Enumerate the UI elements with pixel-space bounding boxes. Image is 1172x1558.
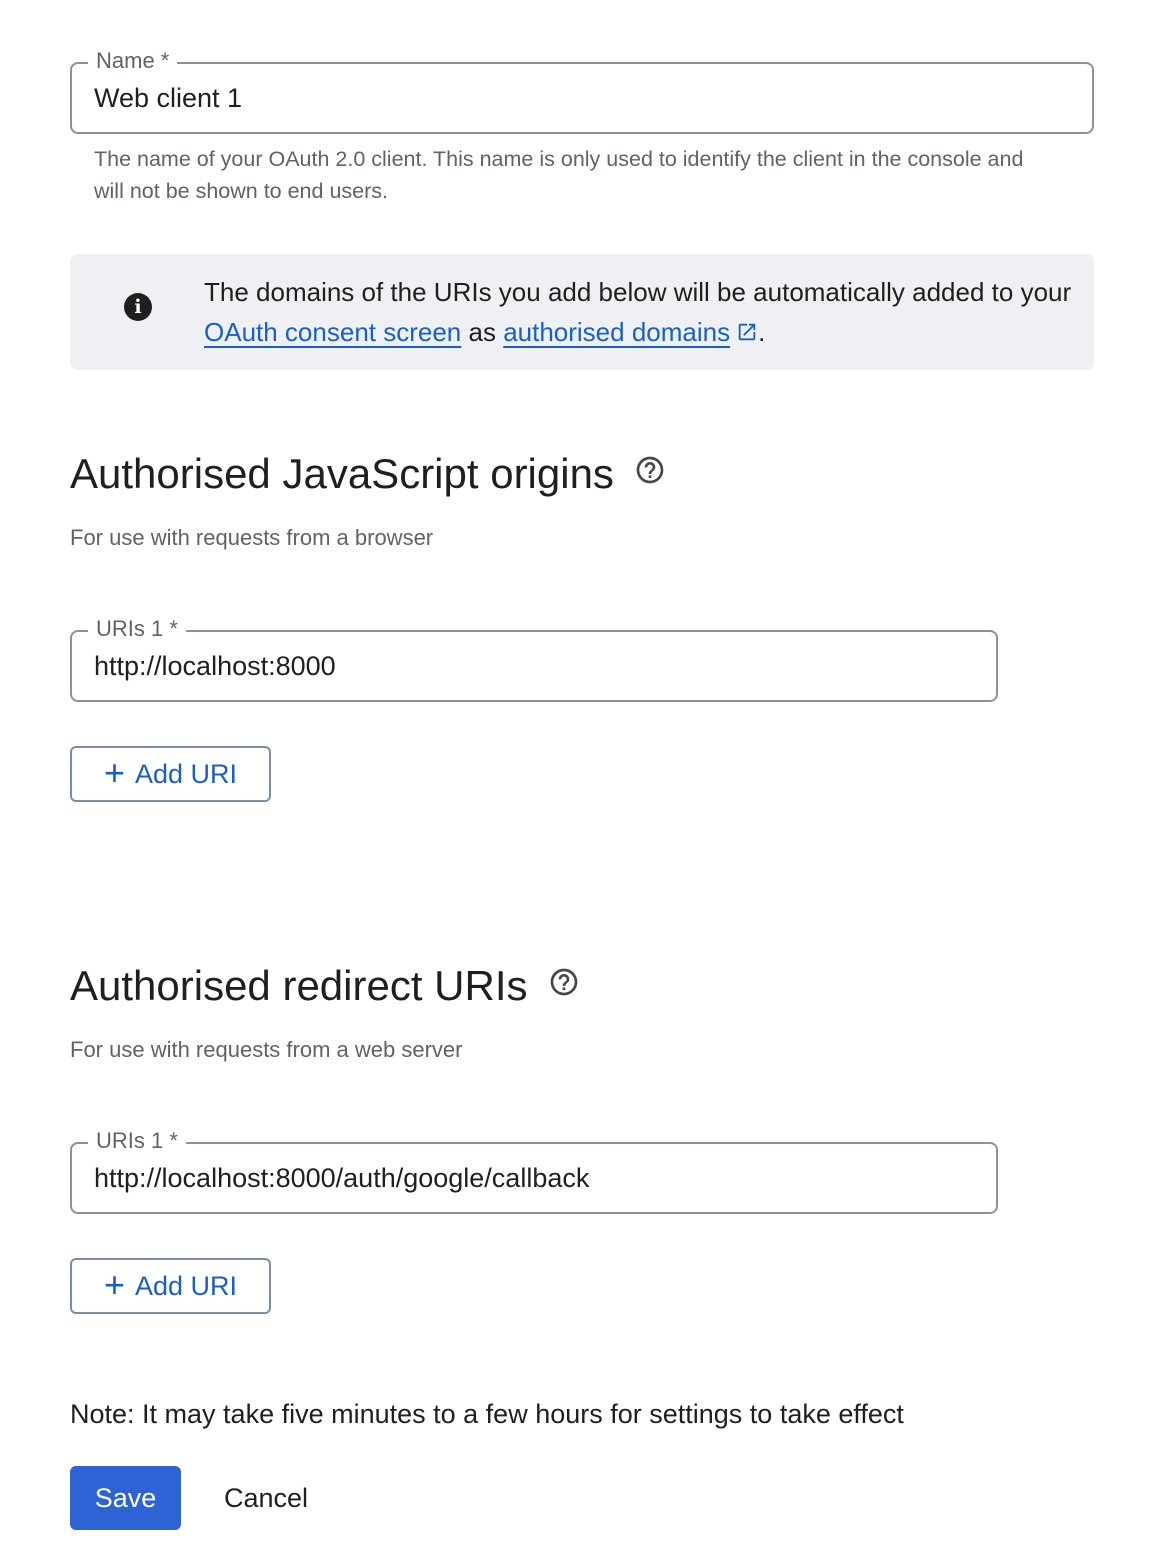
js-origins-subtitle: For use with requests from a browser — [70, 525, 434, 550]
authorised-domains-link[interactable]: authorised domains — [503, 317, 730, 347]
js-origin-uri-input[interactable] — [94, 632, 980, 700]
name-input[interactable] — [94, 64, 1076, 132]
redirect-uri-field[interactable]: URIs 1 * — [70, 1127, 998, 1214]
info-icon: i — [124, 293, 152, 321]
redirect-uris-title: Authorised redirect URIs — [70, 961, 580, 1011]
add-redirect-uri-button[interactable]: + Add URI — [70, 1258, 271, 1314]
redirect-uris-subtitle: For use with requests from a web server — [70, 1037, 463, 1062]
settings-note: Note: It may take five minutes to a few … — [70, 1399, 904, 1429]
js-origins-title: Authorised JavaScript origins — [70, 449, 666, 499]
js-origin-uri-field[interactable]: URIs 1 * — [70, 615, 998, 702]
name-field[interactable]: Name * — [70, 47, 1094, 134]
plus-icon: + — [103, 751, 125, 793]
plus-icon: + — [103, 1263, 125, 1305]
help-circle-icon[interactable] — [634, 454, 666, 486]
oauth-consent-screen-link[interactable]: OAuth consent screen — [204, 317, 461, 347]
info-banner-text: The domains of the URIs you add below wi… — [204, 277, 1072, 347]
cancel-button[interactable]: Cancel — [205, 1466, 327, 1530]
name-helper-text: The name of your OAuth 2.0 client. This … — [94, 147, 1024, 203]
info-banner: i The domains of the URIs you add below … — [70, 254, 1094, 370]
help-circle-icon[interactable] — [548, 966, 580, 998]
save-button[interactable]: Save — [70, 1466, 181, 1530]
add-js-origin-uri-button[interactable]: + Add URI — [70, 746, 271, 802]
redirect-uri-input[interactable] — [94, 1144, 980, 1212]
open-in-new-icon[interactable] — [736, 321, 758, 343]
